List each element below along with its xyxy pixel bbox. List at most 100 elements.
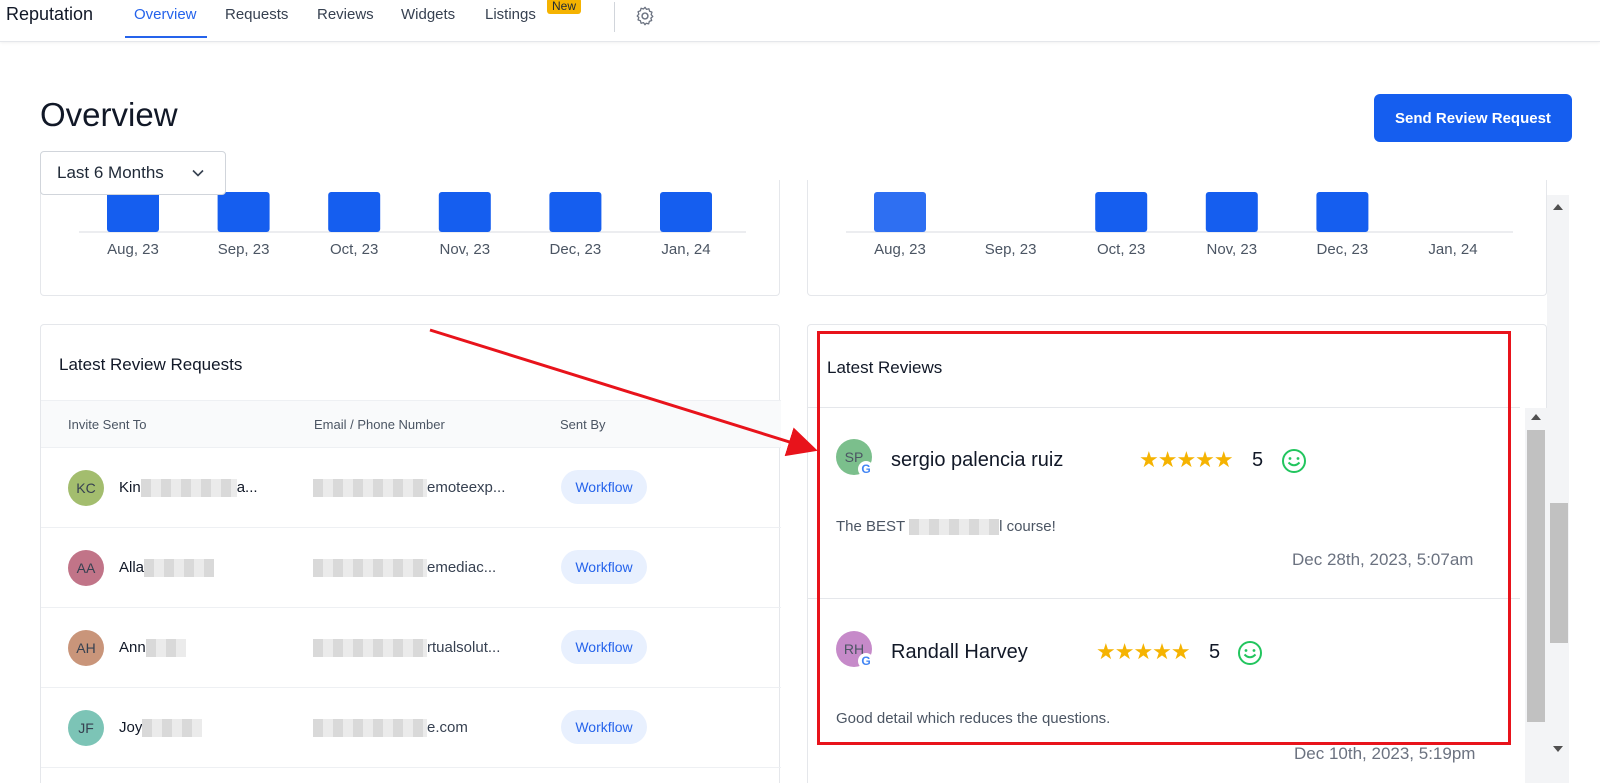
chart-bar[interactable] xyxy=(660,192,712,232)
chart-bar[interactable] xyxy=(549,192,602,232)
star-rating: ★★★★★ xyxy=(1096,639,1191,664)
page-scrollbar[interactable] xyxy=(1547,195,1569,783)
smile-icon xyxy=(1238,641,1262,665)
chart-bar[interactable] xyxy=(874,192,926,232)
app-brand: Reputation xyxy=(6,4,94,24)
redacted-text xyxy=(145,639,186,658)
column-invite-sent-to: Invite Sent To xyxy=(68,417,147,432)
period-select-value: Last 6 Months xyxy=(57,163,164,182)
redacted-text xyxy=(313,719,427,738)
rating-value: 5 xyxy=(1209,641,1221,663)
table-row[interactable]: AA Alla emediac... Workflow xyxy=(41,528,781,608)
invite-name: Alla xyxy=(119,559,215,578)
avatar: JF xyxy=(68,710,104,746)
smile-icon xyxy=(1282,449,1306,473)
chart-bar[interactable] xyxy=(1316,192,1369,232)
requests-table-header: Invite Sent To Email / Phone Number Sent… xyxy=(41,400,781,448)
table-row[interactable]: KC Kin a... emoteexp... Workflow xyxy=(41,448,781,528)
avatar: AA xyxy=(68,550,104,586)
top-navigation: Reputation Overview Requests Reviews Wid… xyxy=(0,0,1600,42)
avatar: AH xyxy=(68,630,104,666)
sent-by-badge: Workflow xyxy=(561,470,647,504)
reviews-bar-chart: Aug, 23 Sep, 23 Oct, 23 Nov, 23 Dec, 23 Jan, … xyxy=(846,192,1513,258)
review-date: Dec 28th, 2023, 5:07am xyxy=(1292,550,1474,569)
new-badge: New xyxy=(547,0,582,14)
rating-value: 5 xyxy=(1252,449,1264,471)
column-sent-by: Sent By xyxy=(560,417,606,432)
scroll-up-icon[interactable] xyxy=(1553,204,1563,210)
x-tick-label: Dec, 23 xyxy=(1317,241,1369,258)
tab-overview[interactable]: Overview xyxy=(134,6,197,23)
table-row[interactable]: JF Joy e.com Workflow xyxy=(41,688,781,768)
x-tick-label: Nov, 23 xyxy=(440,241,491,258)
gear-icon[interactable] xyxy=(634,5,656,27)
divider xyxy=(808,598,1520,599)
sent-by-badge: Workflow xyxy=(561,550,647,584)
review-date: Dec 10th, 2023, 5:19pm xyxy=(1294,744,1476,763)
tab-reviews[interactable]: Reviews xyxy=(317,6,374,23)
invite-name: Kin a... xyxy=(119,479,258,498)
send-review-request-button[interactable]: Send Review Request xyxy=(1374,94,1572,142)
x-tick-label: Sep, 23 xyxy=(218,241,270,258)
redacted-text xyxy=(140,479,237,498)
tab-requests[interactable]: Requests xyxy=(225,6,288,23)
invite-email: emoteexp... xyxy=(313,479,505,498)
invite-email: emediac... xyxy=(313,559,496,578)
latest-review-requests-card: Latest Review Requests Invite Sent To Em… xyxy=(40,324,781,783)
reviews-chart-card: Aug, 23 Sep, 23 Oct, 23 Nov, 23 Dec, 23 Jan, … xyxy=(807,180,1547,296)
requests-chart-card: Aug, 23 Sep, 23 Oct, 23 Nov, 23 Dec, 23 Jan, … xyxy=(40,180,780,296)
tab-widgets[interactable]: Widgets xyxy=(401,6,455,23)
x-tick-label: Nov, 23 xyxy=(1207,241,1258,258)
latest-reviews-title: Latest Reviews xyxy=(827,358,943,377)
x-tick-label: Aug, 23 xyxy=(107,241,159,258)
sent-by-badge: Workflow xyxy=(561,710,647,744)
x-tick-label: Jan, 24 xyxy=(1428,241,1477,258)
x-tick-label: Oct, 23 xyxy=(1097,241,1145,258)
latest-review-requests-title: Latest Review Requests xyxy=(59,355,243,374)
x-tick-label: Sep, 23 xyxy=(985,241,1037,258)
tab-listings[interactable]: Listings xyxy=(485,6,536,23)
redacted-text xyxy=(313,479,427,498)
sent-by-badge: Workflow xyxy=(561,630,647,664)
chevron-down-icon xyxy=(192,169,204,177)
scroll-up-icon[interactable] xyxy=(1531,414,1541,420)
redacted-text xyxy=(313,559,427,578)
x-tick-label: Jan, 24 xyxy=(661,241,710,258)
active-tab-indicator xyxy=(125,36,207,38)
invite-name: Joy xyxy=(119,719,203,738)
page-title: Overview xyxy=(40,96,178,133)
review-text: The BEST l course! xyxy=(836,518,1056,536)
latest-reviews-card: Latest Reviews SP G sergio palencia ruiz… xyxy=(807,324,1547,783)
divider xyxy=(808,407,1520,408)
nav-divider xyxy=(614,2,615,32)
reviewer-name: sergio palencia ruiz xyxy=(891,449,1064,471)
invite-email: rtualsolut... xyxy=(313,639,500,658)
chart-bar[interactable] xyxy=(107,192,159,232)
chart-bar[interactable] xyxy=(1095,192,1148,232)
x-tick-label: Oct, 23 xyxy=(330,241,378,258)
chart-bar[interactable] xyxy=(1205,192,1258,232)
redacted-text xyxy=(909,519,1000,536)
x-tick-label: Dec, 23 xyxy=(550,241,602,258)
invite-email: e.com xyxy=(313,719,468,738)
reviewer-name: Randall Harvey xyxy=(891,641,1028,663)
column-email-phone: Email / Phone Number xyxy=(314,417,445,432)
chart-bar[interactable] xyxy=(328,192,381,232)
redacted-text xyxy=(313,639,427,658)
chart-bar[interactable] xyxy=(438,192,491,232)
redacted-text xyxy=(144,559,215,578)
x-tick-label: Aug, 23 xyxy=(874,241,926,258)
reviews-scrollbar-thumb[interactable] xyxy=(1527,430,1545,722)
invite-name: Ann xyxy=(119,639,186,658)
google-icon: G xyxy=(858,461,874,477)
scroll-down-icon[interactable] xyxy=(1553,746,1563,752)
review-text: Good detail which reduces the questions. xyxy=(836,710,1111,727)
star-rating: ★★★★★ xyxy=(1139,447,1234,472)
avatar: KC xyxy=(68,470,104,506)
table-row[interactable]: AH Ann rtualsolut... Workflow xyxy=(41,608,781,688)
google-icon: G xyxy=(858,653,874,669)
chart-bar[interactable] xyxy=(217,192,270,232)
period-select[interactable]: Last 6 Months xyxy=(40,151,226,195)
redacted-text xyxy=(142,719,203,738)
page-scrollbar-thumb[interactable] xyxy=(1550,503,1568,643)
